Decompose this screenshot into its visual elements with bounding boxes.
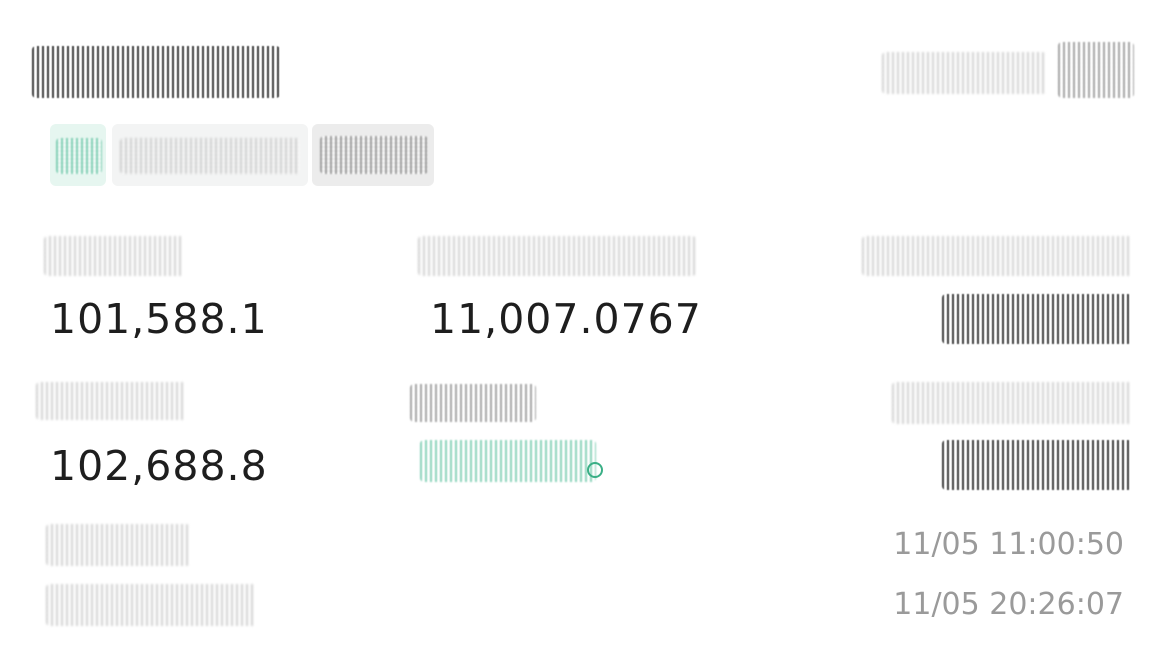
value-close-time: 11/05 20:26:07 — [893, 587, 1124, 622]
value-col3-row1 — [942, 294, 1132, 344]
label-col3-row2 — [892, 382, 1132, 424]
tag-chip-leverage-text — [320, 136, 428, 174]
label-col1-row2 — [36, 382, 186, 420]
value-col2-row2-pnl — [420, 440, 596, 482]
label-position-value — [418, 236, 696, 276]
value-position-value: 11,007.0767 — [430, 295, 702, 343]
header-action-label[interactable] — [882, 52, 1046, 94]
share-icon[interactable] — [1058, 42, 1134, 98]
tag-chip-direction-text — [56, 138, 102, 174]
value-col3-row2 — [942, 440, 1132, 490]
label-entry-price — [44, 236, 184, 276]
info-circle-icon[interactable] — [587, 462, 603, 478]
tag-chip-type-text — [120, 138, 300, 174]
contract-title — [32, 46, 280, 98]
value-entry-price: 101,588.1 — [50, 295, 268, 343]
value-col1-row2: 102,688.8 — [50, 442, 268, 490]
label-col2-row2 — [410, 384, 536, 422]
label-col3-row1 — [862, 236, 1132, 276]
label-close-time — [46, 584, 256, 626]
label-open-time — [46, 524, 190, 566]
value-open-time: 11/05 11:00:50 — [893, 527, 1124, 562]
